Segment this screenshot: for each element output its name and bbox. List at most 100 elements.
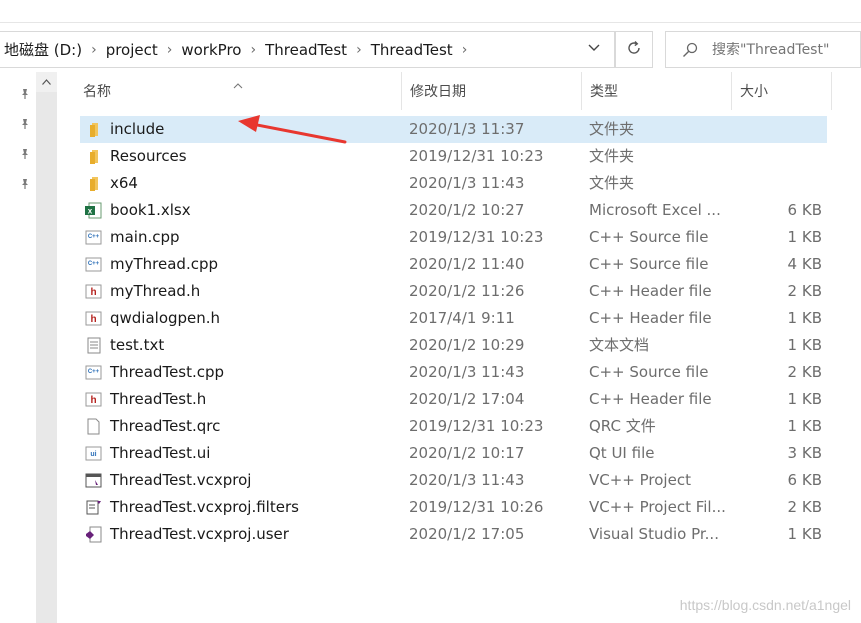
file-row[interactable]: h ThreadTest.h 2020/1/2 17:04 C++ Header… [80,386,840,413]
annotation-arrow [238,115,347,144]
cpp-file-icon: C++ [84,228,103,247]
file-size: 3 KB [787,444,822,462]
file-row[interactable]: ui ThreadTest.ui 2020/1/2 10:17 Qt UI fi… [80,440,840,467]
chevron-right-icon[interactable]: › [354,42,364,58]
pin-icon[interactable] [19,115,31,129]
file-size: 1 KB [787,336,822,354]
pin-icon[interactable] [19,85,31,99]
column-header-type[interactable]: 类型 [582,72,732,110]
filters-file-icon [84,498,103,517]
scroll-up-button[interactable] [36,72,57,92]
file-date: 2019/12/31 10:23 [409,417,544,435]
file-size: 2 KB [787,363,822,381]
file-size: 6 KB [787,471,822,489]
excel-file-icon: x [84,201,103,220]
cpp-file-icon: C++ [84,363,103,382]
sort-ascending-icon [233,74,243,93]
file-row[interactable]: ThreadTest.vcxproj.filters 2019/12/31 10… [80,494,840,521]
breadcrumb: 地磁盘 (D:) › project › workPro › ThreadTes… [0,32,469,67]
file-type: 文本文档 [589,336,650,354]
svg-text:C++: C++ [88,234,100,240]
file-row[interactable]: C++ ThreadTest.cpp 2020/1/3 11:43 C++ So… [80,359,840,386]
navigation-pane [0,72,36,623]
file-date: 2020/1/2 17:05 [409,525,525,543]
svg-text:h: h [90,395,96,406]
breadcrumb-drive[interactable]: 地磁盘 (D:) [0,32,89,68]
file-name: qwdialogpen.h [110,309,221,327]
file-row[interactable]: ThreadTest.qrc 2019/12/31 10:23 QRC 文件 1… [80,413,840,440]
file-date: 2020/1/2 17:04 [409,390,525,408]
column-header-name-label: 名称 [83,84,111,100]
svg-text:h: h [90,314,96,325]
file-date: 2020/1/3 11:43 [409,174,525,192]
file-row[interactable]: x64 2020/1/3 11:43 文件夹 [80,170,840,197]
vs-user-file-icon [84,525,103,544]
file-type: Visual Studio Pr... [589,525,719,543]
column-header-date-label: 修改日期 [410,84,466,100]
file-row[interactable]: include 2020/1/3 11:37 文件夹 [80,116,827,143]
file-type: QRC 文件 [589,417,656,435]
breadcrumb-threadtest-current[interactable]: ThreadTest [364,32,460,68]
file-row[interactable]: C++ myThread.cpp 2020/1/2 11:40 C++ Sour… [80,251,840,278]
pin-icon[interactable] [19,175,31,189]
search-input[interactable] [712,41,852,58]
breadcrumb-workpro[interactable]: workPro [174,32,248,68]
file-row[interactable]: ThreadTest.vcxproj.user 2020/1/2 17:05 V… [80,521,840,548]
file-name: ThreadTest.ui [110,444,211,462]
file-name: ThreadTest.vcxproj.user [110,525,289,543]
file-size: 2 KB [787,498,822,516]
chevron-right-icon[interactable]: › [248,42,258,58]
file-row[interactable]: h myThread.h 2020/1/2 11:26 C++ Header f… [80,278,840,305]
chevron-right-icon[interactable]: › [460,42,470,58]
folder-icon [84,174,103,193]
file-type: C++ Source file [589,228,709,246]
svg-text:C++: C++ [88,261,100,267]
breadcrumb-project[interactable]: project [99,32,165,68]
file-row[interactable]: Resources 2019/12/31 10:23 文件夹 [80,143,840,170]
file-name: include [110,120,165,138]
file-type: C++ Header file [589,390,712,408]
navigation-scrollbar[interactable] [36,72,57,623]
cpp-file-icon: C++ [84,255,103,274]
file-size: 1 KB [787,525,822,543]
chevron-right-icon[interactable]: › [89,42,99,58]
address-bar[interactable]: 地磁盘 (D:) › project › workPro › ThreadTes… [0,31,615,68]
text-file-icon [84,336,103,355]
chevron-down-icon[interactable] [588,42,600,54]
file-row[interactable]: test.txt 2020/1/2 10:29 文本文档 1 KB [80,332,840,359]
chevron-up-icon [42,79,51,85]
file-size: 1 KB [787,417,822,435]
chevron-right-icon[interactable]: › [165,42,175,58]
breadcrumb-threadtest-parent[interactable]: ThreadTest [258,32,354,68]
file-row[interactable]: ThreadTest.vcxproj 2020/1/3 11:43 VC++ P… [80,467,840,494]
column-header-size-label: 大小 [740,84,768,100]
file-date: 2020/1/2 10:29 [409,336,525,354]
svg-text:h: h [90,287,96,298]
top-divider [0,22,861,23]
file-type: C++ Header file [589,282,712,300]
column-header-date[interactable]: 修改日期 [402,72,582,110]
vcxproj-file-icon [84,471,103,490]
file-row[interactable]: h qwdialogpen.h 2017/4/1 9:11 C++ Header… [80,305,840,332]
file-row[interactable]: x book1.xlsx 2020/1/2 10:27 Microsoft Ex… [80,197,840,224]
file-row[interactable]: C++ main.cpp 2019/12/31 10:23 C++ Source… [80,224,840,251]
file-date: 2019/12/31 10:23 [409,147,544,165]
refresh-button[interactable] [615,31,653,68]
file-name: main.cpp [110,228,180,246]
file-name: Resources [110,147,187,165]
svg-text:C++: C++ [88,369,100,375]
pin-icon[interactable] [19,145,31,159]
file-date: 2019/12/31 10:26 [409,498,544,516]
file-date: 2020/1/3 11:43 [409,471,525,489]
file-size: 1 KB [787,309,822,327]
column-header-size[interactable]: 大小 [732,72,832,110]
file-type: VC++ Project Fil... [589,498,726,516]
file-date: 2017/4/1 9:11 [409,309,515,327]
file-name: myThread.h [110,282,201,300]
header-file-icon: h [84,390,103,409]
file-type: C++ Source file [589,363,709,381]
ui-file-icon: ui [84,444,103,463]
search-box[interactable] [665,31,861,68]
file-type: VC++ Project [589,471,691,489]
file-size: 6 KB [787,201,822,219]
